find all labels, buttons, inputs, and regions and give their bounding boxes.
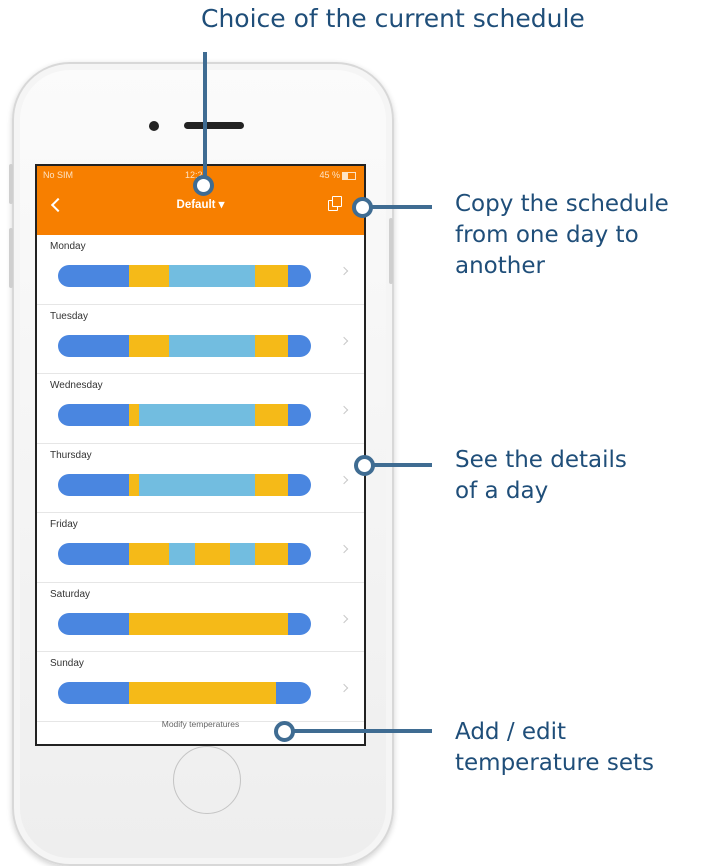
schedule-segment xyxy=(58,265,129,287)
connector-line xyxy=(372,463,432,467)
status-battery: 45 % xyxy=(319,170,356,180)
speaker xyxy=(184,122,244,129)
camera xyxy=(149,121,159,131)
day-row[interactable]: Saturday xyxy=(37,583,364,652)
schedule-bar xyxy=(58,682,311,704)
schedule-segment xyxy=(288,404,311,426)
schedule-segment xyxy=(58,334,129,357)
annotation-copy: Copy the schedule from one day to anothe… xyxy=(455,191,669,279)
chevron-right-icon[interactable] xyxy=(339,544,349,554)
schedule-segment xyxy=(128,612,289,635)
copy-icon[interactable] xyxy=(328,196,342,211)
day-row[interactable]: Thursday xyxy=(37,444,364,513)
connector-line xyxy=(203,52,207,183)
schedule-bar xyxy=(58,404,311,426)
schedule-bar xyxy=(58,334,311,357)
connector-dot xyxy=(193,175,214,196)
schedule-segment xyxy=(288,265,311,287)
chevron-right-icon[interactable] xyxy=(339,405,349,415)
side-button xyxy=(9,164,13,204)
side-button xyxy=(9,228,13,288)
schedule-segment xyxy=(58,473,129,496)
day-row[interactable]: Sunday xyxy=(37,652,364,722)
connector-line xyxy=(290,729,432,733)
chevron-right-icon[interactable] xyxy=(339,336,349,345)
status-carrier: No SIM xyxy=(43,170,74,180)
chevron-right-icon[interactable] xyxy=(339,614,349,623)
schedule-bar xyxy=(58,543,311,565)
schedule-segment xyxy=(128,473,139,496)
schedule-segment xyxy=(58,612,129,635)
schedule-segment xyxy=(169,334,256,357)
schedule-bar xyxy=(58,612,311,635)
schedule-bar xyxy=(58,473,311,496)
schedule-segment xyxy=(169,543,195,565)
schedule-segment xyxy=(128,543,170,565)
day-label: Friday xyxy=(50,519,78,530)
connector-line xyxy=(370,205,432,209)
app-screen: No SIM 12:2 45 % Default ▾ Monday Tuesday… xyxy=(35,164,366,746)
schedule-segment xyxy=(58,682,129,704)
schedule-segment xyxy=(128,404,139,426)
day-row[interactable]: Monday xyxy=(37,235,364,305)
day-label: Sunday xyxy=(50,658,84,669)
connector-dot xyxy=(352,197,373,218)
schedule-segment xyxy=(288,473,311,496)
schedule-segment xyxy=(255,265,289,287)
connector-dot xyxy=(354,455,375,476)
home-button[interactable] xyxy=(173,746,241,814)
day-label: Tuesday xyxy=(50,310,88,322)
day-row[interactable]: Friday xyxy=(37,513,364,583)
schedule-selector[interactable]: Default ▾ xyxy=(37,197,364,211)
schedule-segment xyxy=(288,543,311,565)
annotation-details: See the details of a day xyxy=(455,447,627,504)
day-label: Wednesday xyxy=(50,380,103,391)
schedule-segment xyxy=(255,334,289,357)
day-row[interactable]: Tuesday xyxy=(37,305,364,374)
chevron-right-icon[interactable] xyxy=(339,475,349,484)
side-button xyxy=(389,218,393,284)
schedule-segment xyxy=(288,334,311,357)
connector-dot xyxy=(274,721,295,742)
chevron-right-icon[interactable] xyxy=(339,683,349,693)
schedule-segment xyxy=(255,543,289,565)
day-row[interactable]: Wednesday xyxy=(37,374,364,444)
battery-icon xyxy=(342,171,356,180)
schedule-segment xyxy=(275,682,311,704)
modify-temperatures-link[interactable]: Modify temperatures xyxy=(37,719,364,729)
battery-label: 45 % xyxy=(319,170,340,180)
schedule-segment xyxy=(230,543,256,565)
schedule-segment xyxy=(128,682,276,704)
schedule-segment xyxy=(169,265,256,287)
annotation-schedule-choice: Choice of the current schedule xyxy=(201,4,585,33)
day-label: Saturday xyxy=(50,588,91,600)
schedule-segment xyxy=(288,612,311,635)
schedule-segment xyxy=(138,473,256,496)
schedule-segment xyxy=(255,404,289,426)
schedule-segment xyxy=(58,404,129,426)
annotation-temperatures: Add / edit temperature sets xyxy=(455,719,655,776)
chevron-right-icon[interactable] xyxy=(339,266,349,276)
schedule-segment xyxy=(194,543,230,565)
day-label: Monday xyxy=(50,241,86,252)
schedule-segment xyxy=(138,404,256,426)
schedule-segment xyxy=(128,334,170,357)
day-label: Thursday xyxy=(50,449,92,461)
schedule-segment xyxy=(255,473,289,496)
schedule-segment xyxy=(128,265,170,287)
day-list: Monday Tuesday Wednesday Thursday Friday Satu… xyxy=(37,235,364,722)
schedule-bar xyxy=(58,265,311,287)
schedule-segment xyxy=(58,543,129,565)
